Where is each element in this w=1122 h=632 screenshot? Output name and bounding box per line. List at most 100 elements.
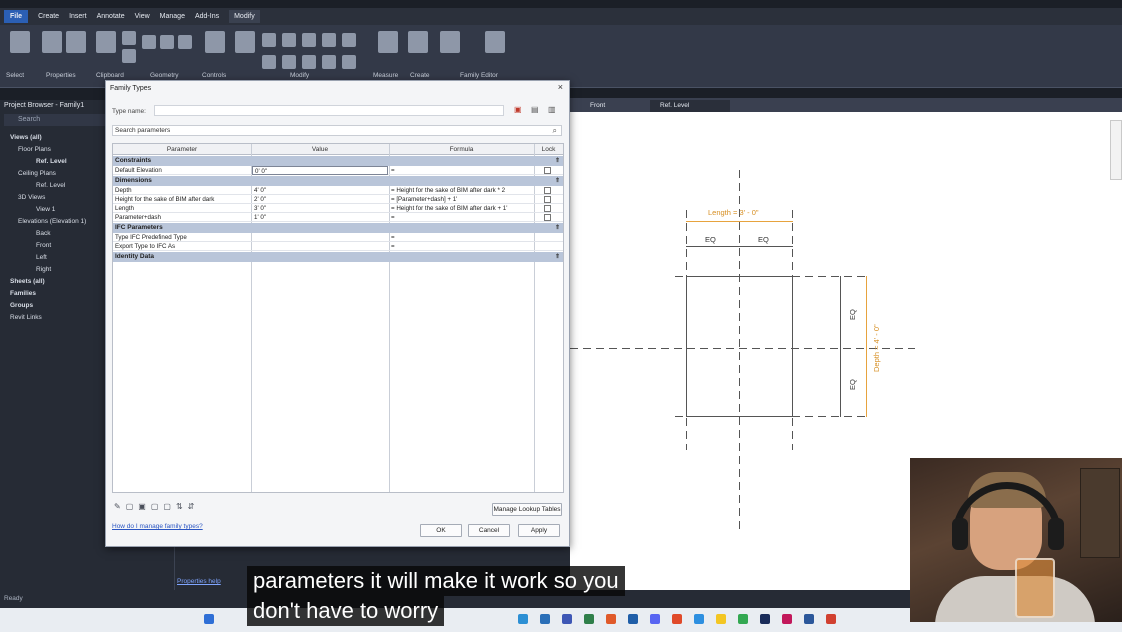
navigation-bar[interactable] xyxy=(1110,120,1122,180)
offset-icon[interactable] xyxy=(262,33,276,47)
formula-input[interactable]: = xyxy=(391,166,533,175)
search-parameters-input[interactable]: Search parameters ⌕ xyxy=(112,125,562,136)
load-into-project-icon[interactable] xyxy=(440,31,460,53)
delete-parameter-icon[interactable]: ▣ xyxy=(138,502,151,511)
column-header-value[interactable]: Value xyxy=(251,144,389,155)
collapse-icon[interactable]: ⇑ xyxy=(555,176,560,186)
measure-icon[interactable] xyxy=(378,31,398,53)
apply-button[interactable]: Apply xyxy=(518,524,560,537)
menu-create[interactable]: Create xyxy=(38,13,59,20)
mirror-icon[interactable] xyxy=(282,33,296,47)
cope-icon[interactable] xyxy=(142,35,156,49)
ok-button[interactable]: OK xyxy=(420,524,462,537)
panel-select[interactable]: Select xyxy=(6,72,24,79)
tree-front[interactable]: Front xyxy=(36,242,51,249)
table-row[interactable]: Length 3' 0" = Height for the sake of BI… xyxy=(113,204,563,213)
collapse-icon[interactable]: ⇑ xyxy=(555,156,560,166)
group-identity-data[interactable]: Identity Data ⇑ xyxy=(113,252,563,262)
cut-icon[interactable] xyxy=(122,31,136,45)
menu-view[interactable]: View xyxy=(135,13,150,20)
taskbar-app-icon[interactable] xyxy=(826,614,836,624)
taskbar-app-icon[interactable] xyxy=(804,614,814,624)
sort-asc-icon[interactable]: ⇅ xyxy=(176,502,188,511)
create-icon[interactable] xyxy=(408,31,428,53)
value-input[interactable]: 3' 0" xyxy=(254,204,388,213)
table-row[interactable]: Depth 4' 0" = Height for the sake of BIM… xyxy=(113,186,563,195)
tree-revit-links[interactable]: Revit Links xyxy=(10,314,42,321)
table-row[interactable]: Height for the sake of BIM after dark 2'… xyxy=(113,195,563,204)
taskbar-app-icon[interactable] xyxy=(606,614,616,624)
load-into-project-close-icon[interactable] xyxy=(485,31,505,53)
menu-file[interactable]: File xyxy=(4,10,29,23)
group-ifc-parameters[interactable]: IFC Parameters ⇑ xyxy=(113,223,563,233)
formula-input[interactable]: = xyxy=(391,233,533,242)
new-type-icon[interactable]: ▣ xyxy=(514,105,522,114)
properties-icon[interactable] xyxy=(42,31,62,53)
cut-geometry-icon[interactable] xyxy=(178,35,192,49)
table-row[interactable]: Type IFC Predefined Type = xyxy=(113,233,563,242)
column-header-lock[interactable]: Lock xyxy=(534,144,563,155)
pin-icon[interactable] xyxy=(342,55,356,69)
eq-dimension-line[interactable] xyxy=(686,246,793,247)
lock-checkbox[interactable] xyxy=(544,187,551,194)
formula-input[interactable]: = xyxy=(391,242,533,251)
tree-views-all[interactable]: Views (all) xyxy=(10,134,42,141)
menu-manage[interactable]: Manage xyxy=(160,13,185,20)
tree-ceiling-plans[interactable]: Ceiling Plans xyxy=(18,170,56,177)
taskbar-app-icon[interactable] xyxy=(562,614,572,624)
join-icon[interactable] xyxy=(160,35,174,49)
menu-add-ins[interactable]: Add-Ins xyxy=(195,13,219,20)
formula-input[interactable]: = xyxy=(391,213,533,222)
tree-families[interactable]: Families xyxy=(10,290,36,297)
taskbar-app-icon[interactable] xyxy=(694,614,704,624)
trim-icon[interactable] xyxy=(262,55,276,69)
group-dimensions[interactable]: Dimensions ⇑ xyxy=(113,176,563,186)
revit-taskbar-icon[interactable] xyxy=(628,614,638,624)
formula-input[interactable]: = Height for the sake of BIM after dark … xyxy=(391,204,533,213)
edit-parameter-icon[interactable]: ✎ xyxy=(114,502,126,511)
copy-element-icon[interactable] xyxy=(322,33,336,47)
move-icon[interactable] xyxy=(302,33,316,47)
align-icon[interactable] xyxy=(235,31,255,53)
move-up-icon[interactable]: ▢ xyxy=(151,502,164,511)
taskbar-app-icon[interactable] xyxy=(782,614,792,624)
group-constraints[interactable]: Constraints ⇑ xyxy=(113,156,563,166)
column-header-parameter[interactable]: Parameter xyxy=(113,144,251,155)
taskbar-app-icon[interactable] xyxy=(738,614,748,624)
properties-help-link[interactable]: Properties help xyxy=(177,578,221,585)
table-row[interactable]: Export Type to IFC As = xyxy=(113,242,563,251)
eq-vertical-dimension-line[interactable] xyxy=(840,276,841,417)
length-dimension-label[interactable]: Length = 3' - 0" xyxy=(708,208,759,217)
cancel-button[interactable]: Cancel xyxy=(468,524,510,537)
lock-checkbox[interactable] xyxy=(544,167,551,174)
type-properties-icon[interactable] xyxy=(66,31,86,53)
tree-sheets[interactable]: Sheets (all) xyxy=(10,278,45,285)
taskbar-app-icon[interactable] xyxy=(716,614,726,624)
select-tool-icon[interactable] xyxy=(10,31,30,53)
taskbar-app-icon[interactable] xyxy=(540,614,550,624)
taskbar-app-icon[interactable] xyxy=(650,614,660,624)
tree-floor-ref-level[interactable]: Ref. Level xyxy=(36,158,67,165)
menu-modify[interactable]: Modify xyxy=(229,10,260,23)
lock-checkbox[interactable] xyxy=(544,205,551,212)
collapse-icon[interactable]: ⇑ xyxy=(555,223,560,233)
lock-checkbox[interactable] xyxy=(544,196,551,203)
tree-left[interactable]: Left xyxy=(36,254,47,261)
menu-insert[interactable]: Insert xyxy=(69,13,87,20)
rotate-icon[interactable] xyxy=(342,33,356,47)
help-link[interactable]: How do I manage family types? xyxy=(112,523,203,530)
taskbar-app-icon[interactable] xyxy=(584,614,594,624)
tree-ceiling-ref-level[interactable]: Ref. Level xyxy=(36,182,65,189)
new-parameter-icon[interactable]: ▢ xyxy=(126,502,139,511)
value-input[interactable]: 0' 0" xyxy=(252,166,388,175)
tree-right[interactable]: Right xyxy=(36,266,51,273)
value-input[interactable]: 2' 0" xyxy=(254,195,388,204)
tab-front[interactable]: Front xyxy=(580,100,650,112)
tree-3d-views[interactable]: 3D Views xyxy=(18,194,45,201)
table-row[interactable]: Parameter+dash 1' 0" = xyxy=(113,213,563,222)
close-icon[interactable]: × xyxy=(558,82,563,92)
length-dimension-line[interactable] xyxy=(686,221,793,222)
tree-groups[interactable]: Groups xyxy=(10,302,33,309)
photoshop-taskbar-icon[interactable] xyxy=(760,614,770,624)
formula-input[interactable]: = [Parameter+dash] + 1' xyxy=(391,195,533,204)
